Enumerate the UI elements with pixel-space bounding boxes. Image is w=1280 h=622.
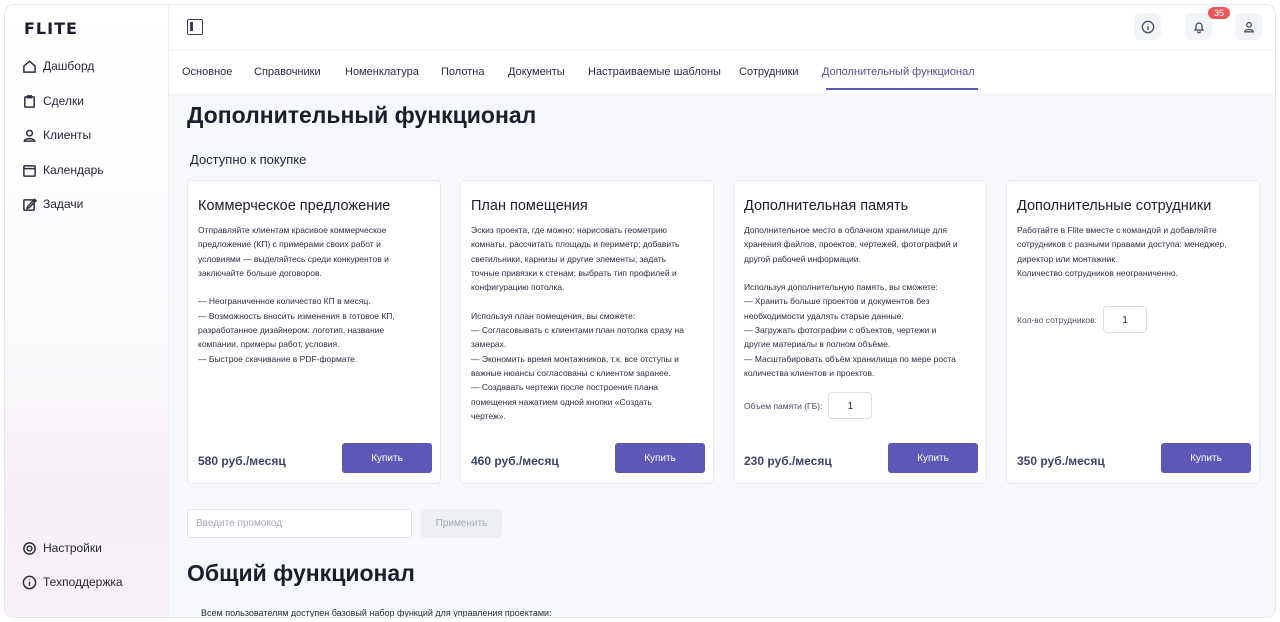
tab-additional-features[interactable]: Дополнительный функционал (822, 66, 975, 78)
sidebar-item-label: Сделки (43, 94, 84, 108)
settings-tabs: Основное Справочники Номенклатура Полотн… (169, 51, 1275, 93)
user-icon (23, 129, 36, 142)
notification-count-badge: 35 (1208, 7, 1230, 19)
active-tab-indicator (826, 88, 978, 90)
profile-button[interactable] (1235, 13, 1262, 40)
buy-button[interactable]: Купить (615, 443, 705, 473)
info-button[interactable] (1134, 13, 1161, 40)
sidebar-item-label: Задачи (43, 197, 84, 211)
gear-icon (23, 541, 36, 555)
calendar-icon (23, 164, 36, 177)
bell-icon (1193, 21, 1204, 33)
edit-icon (23, 197, 37, 211)
card-title: Дополнительные сотрудники (1017, 198, 1212, 214)
card-description: Эскиз проекта, где можно: нарисовать гео… (471, 225, 684, 421)
user-icon (1243, 21, 1254, 32)
sidebar-item-label: Календарь (43, 163, 104, 177)
home-icon (23, 59, 36, 73)
sidebar-item-label: Дашборд (43, 59, 95, 73)
card-description: Отправляйте клиентам красивое коммерческ… (198, 225, 395, 364)
product-card-commercial-offer: Коммерческое предложение Отправляйте кли… (187, 180, 441, 484)
sidebar-item-settings[interactable]: Настройки (22, 537, 102, 559)
tab-employees[interactable]: Сотрудники (739, 66, 799, 78)
sidebar-item-calendar[interactable]: Календарь (22, 159, 104, 181)
card-description: Дополнительное место в облачном хранилищ… (744, 225, 958, 378)
quantity-label: Объем памяти (ГБ): (744, 400, 823, 411)
clipboard-icon (24, 94, 35, 108)
apply-promo-button[interactable]: Применить (421, 509, 502, 538)
product-card-extra-storage: Дополнительная память Дополнительное мес… (733, 180, 987, 484)
tab-general[interactable]: Основное (182, 66, 232, 78)
card-description: Работайте в Flite вместе с командой и до… (1017, 225, 1227, 278)
card-title: План помещения (471, 198, 588, 214)
page-title: Дополнительный функционал (187, 102, 537, 128)
promo-code-input[interactable]: Введите промокод (187, 509, 412, 538)
section-subtitle: Доступно к покупке (190, 152, 307, 167)
info-icon (22, 575, 37, 589)
logo: FLITE (24, 19, 78, 38)
sidebar-item-support[interactable]: Техподдержка (22, 571, 123, 593)
sidebar: FLITE Дашборд Сделки Клиенты Календарь З… (5, 5, 169, 617)
product-card-extra-employees: Дополнительные сотрудники Работайте в Fl… (1006, 180, 1260, 484)
employees-quantity-row: Кол-во сотрудников: 1 (1017, 306, 1147, 333)
notifications-button[interactable] (1185, 13, 1212, 40)
general-section-description: Всем пользователям доступен базовый набо… (201, 608, 552, 618)
product-card-room-plan: План помещения Эскиз проекта, где можно:… (460, 180, 714, 484)
employees-quantity-input[interactable]: 1 (1103, 306, 1147, 333)
tab-nomenclature[interactable]: Номенклатура (345, 66, 419, 78)
buy-button[interactable]: Купить (342, 443, 432, 473)
sidebar-item-label: Настройки (43, 541, 102, 555)
sidebar-item-label: Техподдержка (43, 575, 123, 589)
buy-button[interactable]: Купить (1161, 443, 1251, 473)
topbar (169, 5, 1275, 51)
card-title: Коммерческое предложение (198, 198, 391, 214)
card-price: 460 руб./месяц (471, 454, 559, 468)
storage-quantity-input[interactable]: 1 (828, 392, 873, 419)
tab-custom-templates[interactable]: Настраиваемые шаблоны (588, 66, 721, 78)
panel-toggle-icon[interactable] (187, 19, 203, 35)
storage-quantity-row: Объем памяти (ГБ): 1 (744, 392, 873, 419)
tab-documents[interactable]: Документы (508, 66, 565, 78)
card-title: Дополнительная память (744, 198, 909, 214)
quantity-label: Кол-во сотрудников: (1017, 314, 1097, 325)
card-price: 580 руб./месяц (198, 454, 286, 468)
app-window: FLITE Дашборд Сделки Клиенты Календарь З… (4, 4, 1276, 618)
tab-directories[interactable]: Справочники (254, 66, 321, 78)
sidebar-item-deals[interactable]: Сделки (22, 90, 84, 112)
sidebar-item-clients[interactable]: Клиенты (22, 124, 91, 146)
card-price: 350 руб./месяц (1017, 454, 1105, 468)
sidebar-item-tasks[interactable]: Задачи (22, 193, 83, 215)
tab-canvases[interactable]: Полотна (441, 66, 484, 78)
sidebar-item-label: Клиенты (43, 128, 92, 142)
general-section-title: Общий функционал (187, 560, 415, 586)
sidebar-item-dashboard[interactable]: Дашборд (22, 55, 94, 77)
card-price: 230 руб./месяц (744, 454, 832, 468)
info-icon (1141, 20, 1154, 33)
buy-button[interactable]: Купить (888, 443, 978, 473)
